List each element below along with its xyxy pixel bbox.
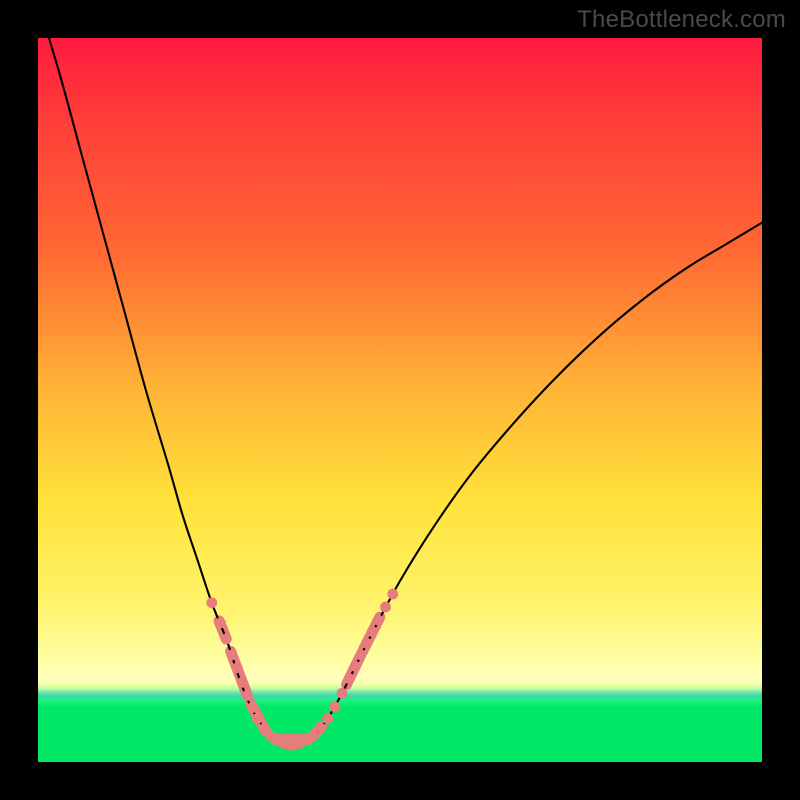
data-point-marker — [380, 602, 391, 613]
data-point-marker — [242, 690, 253, 701]
data-point-marker — [252, 713, 263, 724]
data-point-marker — [373, 615, 384, 626]
data-point-marker — [329, 702, 340, 713]
data-point-marker — [232, 662, 243, 673]
data-point-marker — [206, 597, 217, 608]
marker-group — [206, 589, 398, 751]
data-point-marker — [350, 661, 361, 672]
data-point-marker — [247, 702, 258, 713]
data-point-marker — [322, 713, 333, 724]
data-point-marker — [237, 677, 248, 688]
data-point-marker — [367, 626, 378, 637]
data-point-marker — [315, 723, 326, 734]
data-point-marker — [361, 638, 372, 649]
data-point-marker — [344, 673, 355, 684]
chart-stage: TheBottleneck.com — [0, 0, 800, 800]
data-point-marker — [215, 618, 226, 629]
watermark-text: TheBottleneck.com — [577, 6, 786, 34]
plot-area — [38, 38, 762, 762]
bottleneck-curve — [38, 2, 762, 746]
data-point-marker — [387, 589, 398, 600]
data-point-marker — [337, 688, 348, 699]
data-point-marker — [308, 731, 319, 742]
data-point-marker — [227, 649, 238, 660]
chart-svg — [38, 38, 762, 762]
data-point-marker — [221, 634, 232, 645]
data-point-marker — [356, 649, 367, 660]
